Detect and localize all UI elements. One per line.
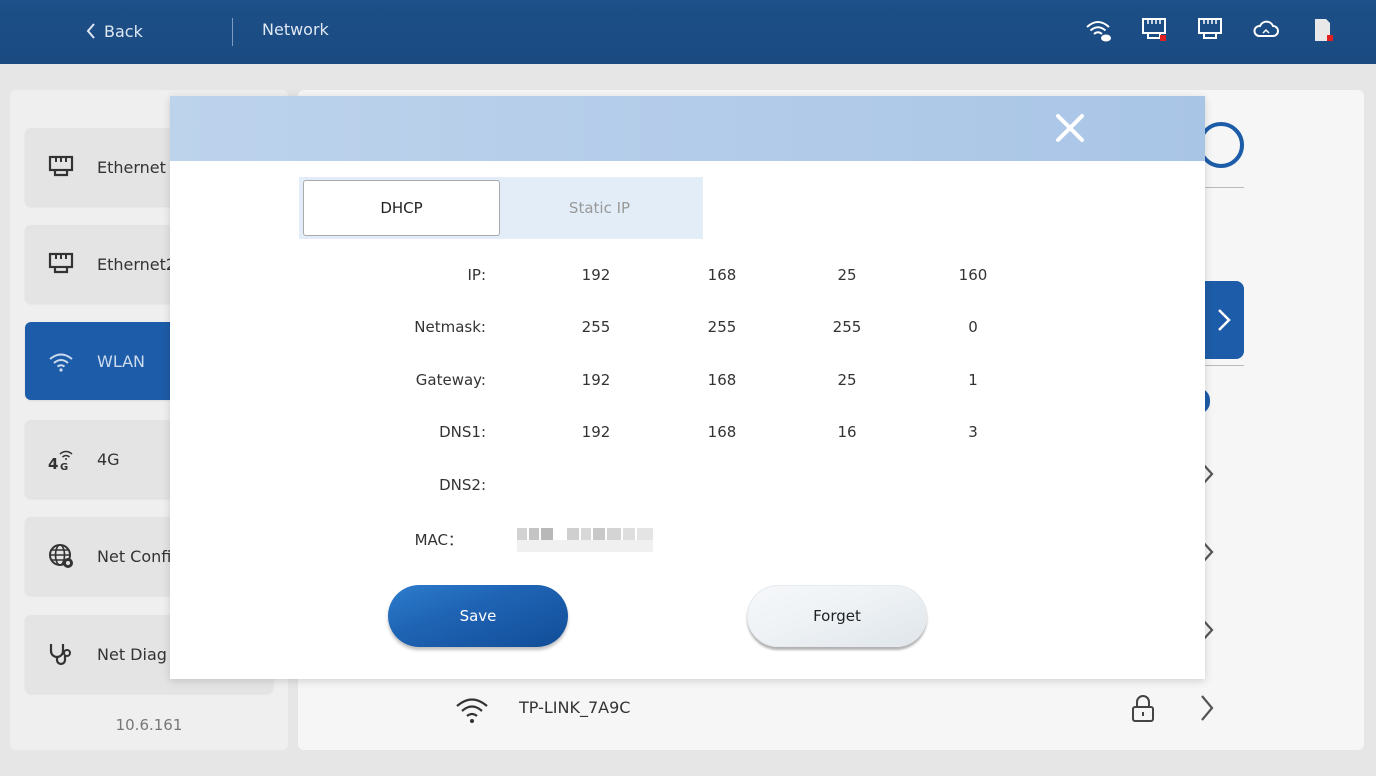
version-label: 10.6.161 bbox=[115, 716, 183, 734]
dialog-header bbox=[170, 96, 1205, 161]
sidebar-item-label: Net Config bbox=[97, 546, 182, 566]
forget-button[interactable]: Forget bbox=[747, 585, 927, 647]
svg-text:G: G bbox=[60, 462, 68, 473]
ip-octet-1: 192 bbox=[581, 266, 611, 284]
sidebar-item-label: Ethernet2 bbox=[97, 254, 177, 274]
wifi-icon bbox=[456, 698, 488, 723]
ethernet-disconnected-icon bbox=[1140, 16, 1168, 44]
top-bar: Back Network bbox=[0, 0, 1376, 64]
status-icons bbox=[1084, 16, 1336, 44]
save-button[interactable]: Save bbox=[388, 585, 568, 647]
netmask-octet-3: 255 bbox=[832, 318, 862, 336]
mac-label: MAC： bbox=[414, 531, 463, 549]
ethernet-icon bbox=[1196, 16, 1224, 44]
sd-card-icon bbox=[1308, 16, 1336, 44]
header-divider bbox=[232, 18, 233, 46]
dns1-octet-1: 192 bbox=[581, 423, 611, 441]
ip-octet-4: 160 bbox=[958, 266, 988, 284]
wifi-icon bbox=[49, 353, 73, 372]
sidebar-item-label: 4G bbox=[97, 449, 120, 469]
ip-octet-2: 168 bbox=[707, 266, 737, 284]
page-title: Network bbox=[262, 20, 329, 39]
ip-label: IP: bbox=[467, 266, 486, 284]
close-button[interactable] bbox=[1054, 112, 1086, 144]
netmask-octet-1: 255 bbox=[581, 318, 611, 336]
tab-dhcp[interactable]: DHCP bbox=[303, 180, 500, 236]
dns1-octet-4: 3 bbox=[968, 423, 978, 441]
netmask-octet-2: 255 bbox=[707, 318, 737, 336]
gateway-octet-1: 192 bbox=[581, 371, 611, 389]
wifi-ssid: TP-LINK_7A9C bbox=[519, 698, 631, 717]
netmask-label: Netmask: bbox=[414, 318, 486, 336]
ethernet-icon bbox=[48, 155, 74, 177]
close-icon bbox=[1056, 114, 1084, 142]
4g-icon: 4G bbox=[48, 450, 73, 473]
netmask-octet-4: 0 bbox=[968, 318, 978, 336]
sidebar-item-label: Ethernet bbox=[97, 157, 166, 177]
back-button[interactable]: Back bbox=[86, 18, 143, 44]
ethernet-icon bbox=[48, 252, 74, 274]
stethoscope-icon bbox=[49, 644, 71, 666]
ip-mode-tabs: DHCP Static IP bbox=[299, 177, 703, 239]
dns2-label: DNS2: bbox=[439, 476, 486, 494]
wifi-cloud-icon bbox=[1084, 16, 1112, 44]
globe-gear-icon bbox=[49, 544, 73, 568]
gateway-octet-3: 25 bbox=[837, 371, 857, 389]
dns1-label: DNS1: bbox=[439, 423, 486, 441]
dns1-octet-3: 16 bbox=[837, 423, 857, 441]
dns1-octet-2: 168 bbox=[707, 423, 737, 441]
svg-text:4: 4 bbox=[48, 455, 58, 473]
chevron-right-icon[interactable] bbox=[1200, 694, 1214, 722]
chevron-right-icon bbox=[1218, 309, 1231, 331]
ip-octet-3: 25 bbox=[837, 266, 857, 284]
gateway-octet-4: 1 bbox=[968, 371, 978, 389]
lock-icon bbox=[1132, 695, 1154, 722]
ip-config-dialog: DHCP Static IP IP: 192 168 25 160 Netmas… bbox=[170, 96, 1205, 679]
mac-value-redacted bbox=[517, 528, 653, 552]
back-label: Back bbox=[104, 21, 143, 41]
cloud-icon bbox=[1252, 16, 1280, 44]
sidebar-item-label: WLAN bbox=[97, 351, 146, 371]
gateway-octet-2: 168 bbox=[707, 371, 737, 389]
sidebar-item-label: Net Diag bbox=[97, 644, 167, 664]
tab-static-ip[interactable]: Static IP bbox=[501, 180, 698, 236]
list-item[interactable]: TP-LINK_7A9C bbox=[298, 686, 1364, 738]
chevron-left-icon bbox=[86, 23, 95, 39]
gateway-label: Gateway: bbox=[415, 371, 486, 389]
